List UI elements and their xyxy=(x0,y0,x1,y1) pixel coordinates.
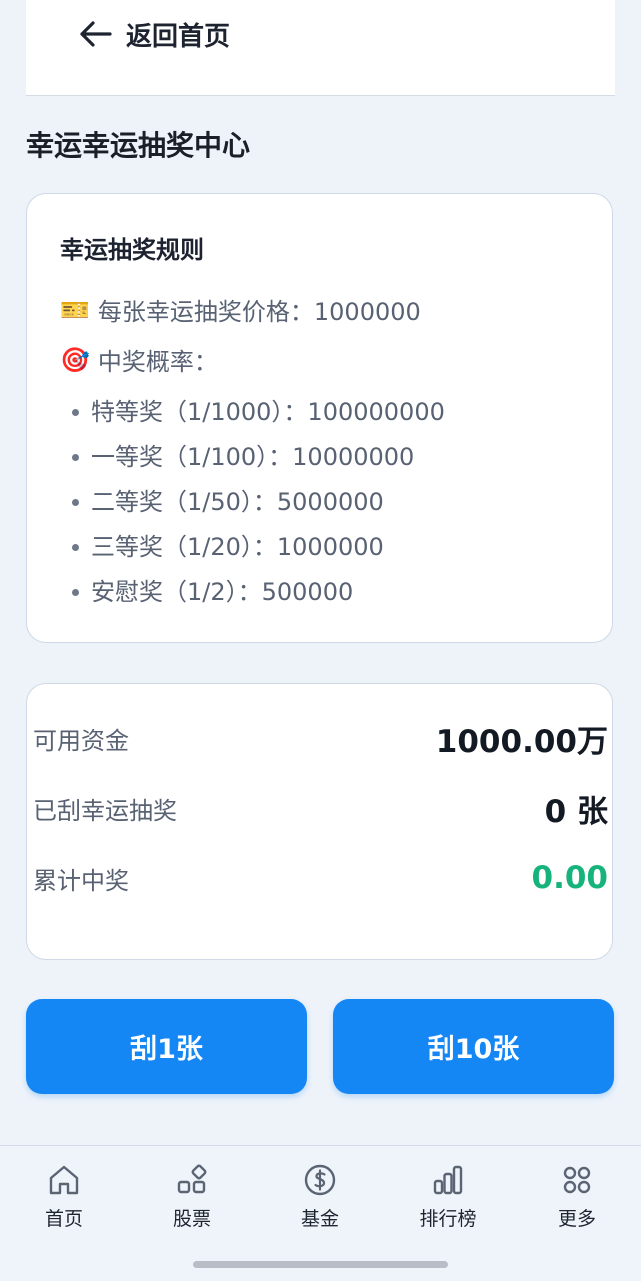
nav-item-home[interactable]: 首页 xyxy=(14,1162,114,1242)
available-funds-label: 可用资金 xyxy=(33,726,129,755)
nav-label-fund: 基金 xyxy=(300,1208,339,1230)
bullet-icon xyxy=(72,589,79,596)
bullet-icon xyxy=(72,454,79,461)
page-title: 幸运幸运抽奖中心 xyxy=(26,129,251,162)
target-icon: 🎯 xyxy=(60,345,90,374)
prize-item: 特等奖（1/1000）：100000000 xyxy=(72,390,445,435)
nav-item-stock[interactable]: 股票 xyxy=(142,1162,242,1242)
ticket-price-line: 🎫 每张幸运抽奖价格：1000000 xyxy=(60,292,421,327)
total-winnings-label: 累计中奖 xyxy=(33,866,129,895)
prize-text: 一等奖（1/100）：10000000 xyxy=(91,443,415,471)
bullet-icon xyxy=(72,499,79,506)
home-icon xyxy=(49,1165,79,1195)
rules-card: 幸运抽奖规则 🎫 每张幸运抽奖价格：1000000 🎯 中奖概率： 特等奖（1/… xyxy=(26,193,613,643)
prize-text: 安慰奖（1/2）：500000 xyxy=(91,578,354,606)
scratched-count-value: 0 张 xyxy=(544,793,608,830)
home-indicator[interactable] xyxy=(193,1261,448,1268)
prize-text: 特等奖（1/1000）：100000000 xyxy=(91,398,445,426)
stock-blocks-icon xyxy=(177,1164,207,1194)
nav-item-rank[interactable]: 排行榜 xyxy=(398,1162,498,1242)
prize-item: 三等奖（1/20）：1000000 xyxy=(72,525,445,570)
bar-chart-icon xyxy=(433,1165,463,1195)
nav-label-more: 更多 xyxy=(557,1208,596,1230)
dollar-coin-icon xyxy=(304,1164,336,1196)
scratched-count-row: 已刮幸运抽奖 0 张 xyxy=(33,783,608,833)
available-funds-row: 可用资金 1000.00万 xyxy=(33,713,608,763)
prize-item: 一等奖（1/100）：10000000 xyxy=(72,435,445,480)
available-funds-value: 1000.00万 xyxy=(435,723,608,760)
ticket-icon: 🎫 xyxy=(60,295,90,324)
nav-label-rank: 排行榜 xyxy=(419,1208,477,1230)
bullet-icon xyxy=(72,544,79,551)
prize-text: 二等奖（1/50）：5000000 xyxy=(91,488,384,516)
total-winnings-value: 0.00 xyxy=(531,860,609,896)
prize-text: 三等奖（1/20）：1000000 xyxy=(91,533,384,561)
ticket-price-text: 每张幸运抽奖价格：1000000 xyxy=(97,298,421,326)
prize-list: 特等奖（1/1000）：100000000 一等奖（1/100）：1000000… xyxy=(72,390,445,615)
total-winnings-row: 累计中奖 0.00 xyxy=(33,853,608,903)
scratch-one-button[interactable]: 刮1张 xyxy=(26,999,307,1094)
scratched-count-label: 已刮幸运抽奖 xyxy=(33,796,177,825)
grid-icon xyxy=(563,1166,591,1194)
probability-line: 🎯 中奖概率： xyxy=(60,342,218,377)
back-button[interactable]: 返回首页 xyxy=(78,14,230,54)
top-bar: 返回首页 xyxy=(26,0,615,96)
prize-item: 安慰奖（1/2）：500000 xyxy=(72,570,445,615)
arrow-left-icon xyxy=(80,21,112,47)
bullet-icon xyxy=(72,409,79,416)
back-label: 返回首页 xyxy=(126,21,231,52)
nav-item-more[interactable]: 更多 xyxy=(527,1162,627,1242)
nav-label-home: 首页 xyxy=(44,1208,83,1230)
nav-label-stock: 股票 xyxy=(172,1208,211,1230)
prize-item: 二等奖（1/50）：5000000 xyxy=(72,480,445,525)
probability-label: 中奖概率： xyxy=(97,348,218,376)
nav-item-fund[interactable]: 基金 xyxy=(270,1162,370,1242)
rules-title: 幸运抽奖规则 xyxy=(60,236,204,264)
scratch-ten-button[interactable]: 刮10张 xyxy=(333,999,614,1094)
